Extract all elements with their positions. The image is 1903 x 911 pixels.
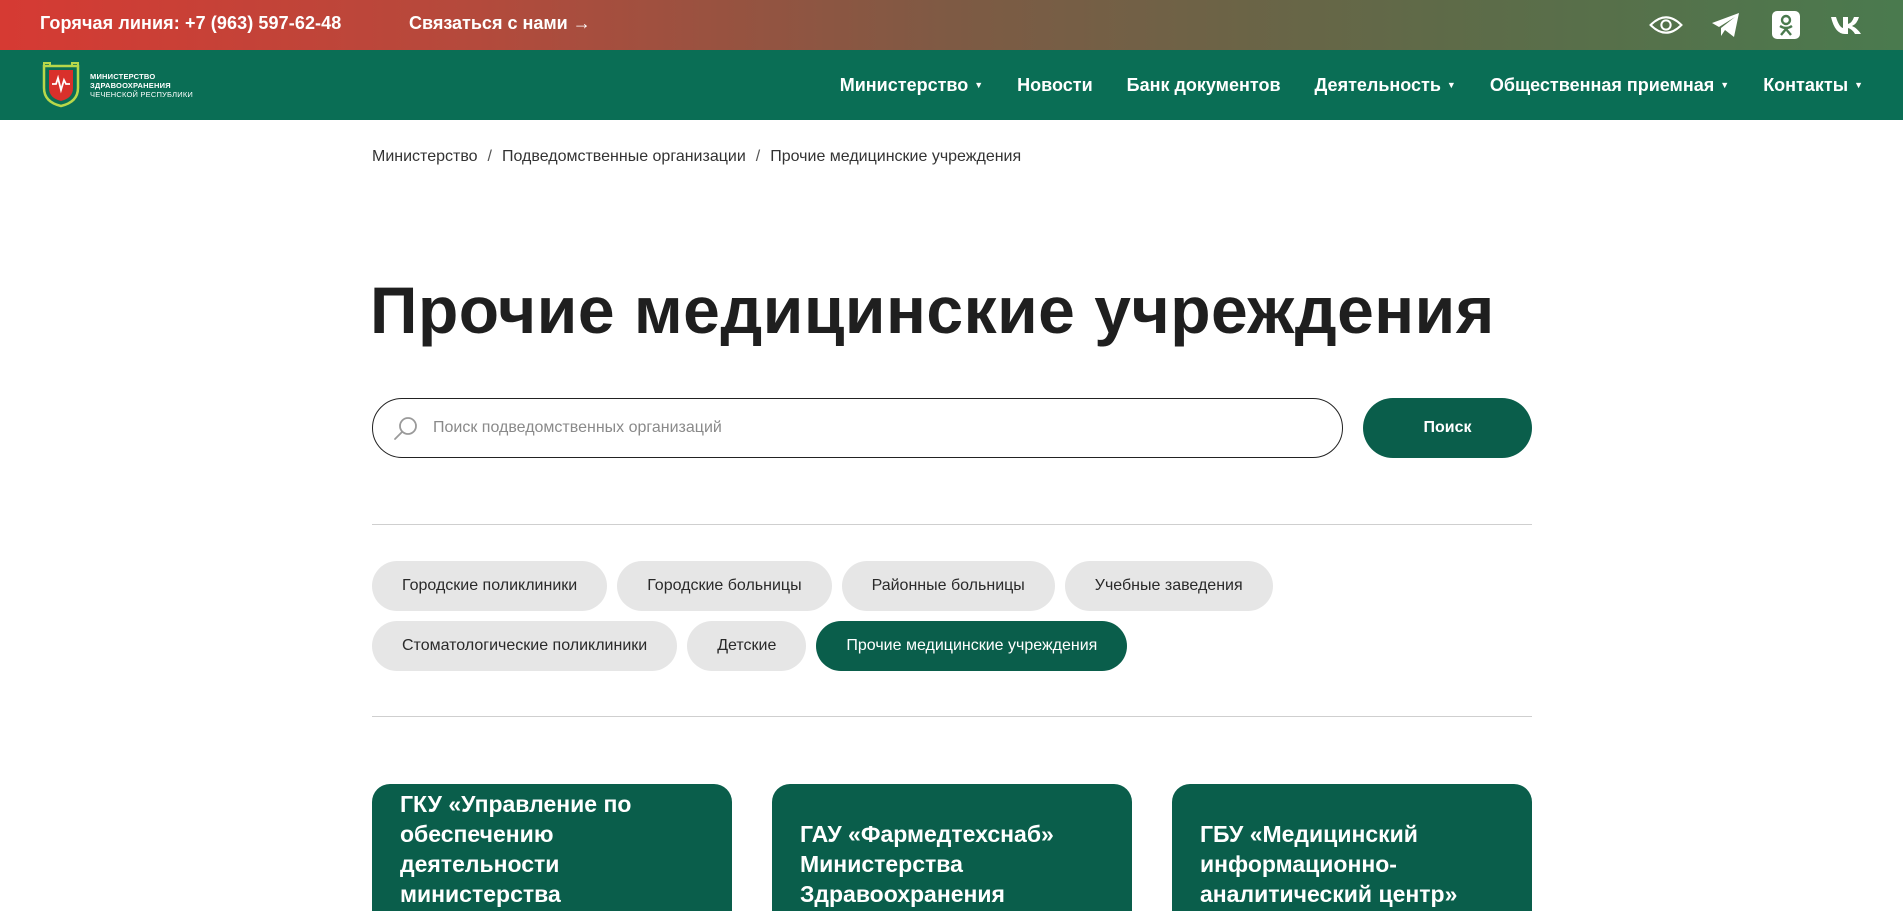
main-navbar: МИНИСТЕРСТВО ЗДРАВООХРАНЕНИЯ ЧЕЧЕНСКОЙ Р…	[0, 50, 1903, 120]
filter-chips: Городские поликлиники Городские больницы…	[372, 561, 1372, 671]
caret-down-icon: ▼	[974, 80, 984, 90]
search-input[interactable]	[433, 419, 1313, 437]
page-title: Прочие медицинские учреждения	[370, 273, 1495, 347]
nav-item-news[interactable]: Новости	[1017, 75, 1092, 96]
vk-icon[interactable]	[1829, 9, 1863, 41]
social-links	[1649, 9, 1863, 41]
telegram-icon[interactable]	[1709, 9, 1743, 41]
divider	[372, 524, 1532, 525]
organization-card-title: ГАУ «Фармедтехснаб» Министерства Здравоо…	[800, 821, 1054, 907]
nav-label: Банк документов	[1126, 74, 1281, 95]
caret-down-icon: ▼	[1720, 80, 1730, 90]
logo-text: МИНИСТЕРСТВО ЗДРАВООХРАНЕНИЯ ЧЕЧЕНСКОЙ Р…	[90, 72, 193, 99]
nav-item-public-reception[interactable]: Общественная приемная ▼	[1490, 75, 1729, 96]
organization-card[interactable]: ГКУ «Управление по обеспечению деятельно…	[372, 784, 732, 911]
caret-down-icon: ▼	[1446, 80, 1456, 90]
nav-label: Деятельность	[1314, 74, 1441, 95]
divider	[372, 716, 1532, 717]
ministry-logo[interactable]: МИНИСТЕРСТВО ЗДРАВООХРАНЕНИЯ ЧЕЧЕНСКОЙ Р…	[40, 62, 193, 108]
hotline-text[interactable]: Горячая линия: +7 (963) 597-62-48	[40, 13, 341, 34]
odnoklassniki-icon[interactable]	[1769, 9, 1803, 41]
nav-label: Министерство	[839, 74, 969, 95]
logo-line-1: МИНИСТЕРСТВО	[90, 71, 156, 81]
filter-chip-district-hospitals[interactable]: Районные больницы	[841, 561, 1055, 611]
top-bar: Горячая линия: +7 (963) 597-62-48 Связат…	[0, 0, 1903, 50]
filter-chip-dental-polyclinics[interactable]: Стоматологические поликлиники	[372, 621, 678, 671]
breadcrumb-item-ministry[interactable]: Министерство	[372, 148, 478, 166]
organization-card[interactable]: ГАУ «Фармедтехснаб» Министерства Здравоо…	[772, 784, 1132, 911]
logo-line-3: ЧЕЧЕНСКОЙ РЕСПУБЛИКИ	[90, 89, 193, 99]
contact-us-link[interactable]: Связаться с нами →	[409, 13, 591, 34]
breadcrumb: Министерство / Подведомственные организа…	[372, 148, 1021, 166]
breadcrumb-item-current: Прочие медицинские учреждения	[770, 148, 1022, 165]
caret-down-icon: ▼	[1854, 80, 1863, 90]
breadcrumb-separator: /	[755, 148, 761, 165]
breadcrumb-item-subordinate-organizations[interactable]: Подведомственные организации	[502, 148, 746, 166]
organization-card-title: ГБУ «Медицинский информационно-аналитиче…	[1200, 821, 1458, 907]
filter-chip-educational-institutions[interactable]: Учебные заведения	[1064, 561, 1273, 611]
nav-label: Контакты	[1763, 74, 1849, 95]
nav-item-ministry[interactable]: Министерство ▼	[840, 75, 983, 96]
breadcrumb-separator: /	[487, 148, 492, 165]
emblem-icon	[42, 62, 80, 108]
nav-label: Новости	[1017, 74, 1093, 95]
search-icon	[394, 417, 417, 440]
filter-chip-children[interactable]: Детские	[687, 621, 807, 671]
filter-chip-other-medical-institutions[interactable]: Прочие медицинские учреждения	[816, 621, 1128, 671]
nav-item-activity[interactable]: Деятельность ▼	[1315, 75, 1456, 96]
nav-label: Общественная приемная	[1489, 74, 1715, 95]
nav-item-documents[interactable]: Банк документов	[1127, 75, 1281, 96]
nav-item-contacts[interactable]: Контакты ▼	[1763, 75, 1863, 96]
filter-chip-city-polyclinics[interactable]: Городские поликлиники	[372, 561, 608, 611]
search-box	[372, 398, 1343, 458]
organization-card-title: ГКУ «Управление по обеспечению деятельно…	[400, 791, 632, 907]
search-button[interactable]: Поиск	[1363, 398, 1532, 458]
filter-chip-city-hospitals[interactable]: Городские больницы	[617, 561, 832, 611]
main-menu: Министерство ▼ Новости Банк документов Де…	[840, 50, 1863, 120]
eye-icon[interactable]	[1649, 9, 1683, 41]
organization-card[interactable]: ГБУ «Медицинский информационно-аналитиче…	[1172, 784, 1532, 911]
logo-line-2: ЗДРАВООХРАНЕНИЯ	[90, 80, 171, 90]
